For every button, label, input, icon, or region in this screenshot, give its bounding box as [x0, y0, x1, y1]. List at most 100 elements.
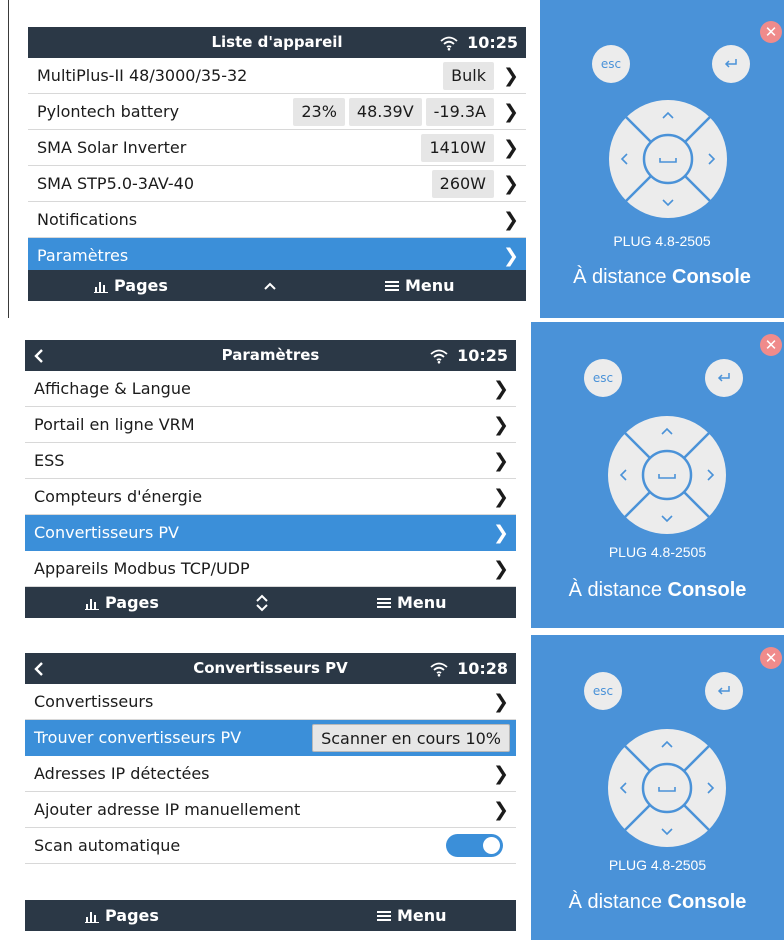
bottom-bar: Pages Menu — [28, 270, 526, 301]
chevron-right-icon: ❯ — [493, 413, 509, 436]
list-item-label: Convertisseurs PV — [34, 523, 179, 542]
menu-button[interactable]: Menu — [377, 900, 447, 931]
list-item-label: MultiPlus-II 48/3000/35-32 — [37, 66, 248, 85]
list-item-label: Paramètres — [37, 246, 129, 265]
list-item-label: Convertisseurs — [34, 692, 154, 711]
list-item-add-ip[interactable]: Ajouter adresse IP manuellement ❯ — [25, 792, 516, 828]
dpad-control[interactable] — [607, 728, 727, 848]
chevron-right-icon: ❯ — [503, 172, 519, 195]
pv-inverters-screen: Convertisseurs PV 10:28 Convertisseurs ❯ … — [25, 653, 516, 931]
remote-console-panel: ✕ esc PLUG 4.8-2505 À distance Console — [531, 635, 784, 940]
list-item-modbus-devices[interactable]: Appareils Modbus TCP/UDP ❯ — [25, 551, 516, 587]
title-bar: Convertisseurs PV 10:28 — [25, 653, 516, 684]
state-value: Bulk — [443, 61, 494, 90]
esc-button[interactable]: esc — [592, 45, 630, 83]
settings-screen: Paramètres 10:25 Affichage & Langue ❯ Por… — [25, 340, 516, 618]
list-item-label: Pylontech battery — [37, 102, 180, 121]
dpad-control[interactable] — [607, 415, 727, 535]
chevron-right-icon: ❯ — [493, 521, 509, 544]
chevron-updown-icon[interactable] — [256, 587, 268, 618]
list-item-label: SMA STP5.0-3AV-40 — [37, 174, 195, 193]
list-item-label: Trouver convertisseurs PV — [34, 728, 242, 747]
pages-label: Pages — [105, 593, 159, 612]
close-icon[interactable]: ✕ — [760, 647, 782, 669]
brand-name: Console — [667, 891, 747, 913]
list-item-multiplus[interactable]: MultiPlus-II 48/3000/35-32 Bulk ❯ — [28, 58, 526, 94]
list-item-detected-ips[interactable]: Adresses IP détectées ❯ — [25, 756, 516, 792]
list-item-label: Compteurs d'énergie — [34, 487, 203, 506]
clock-time: 10:25 — [457, 346, 508, 365]
esc-button[interactable]: esc — [584, 359, 622, 397]
enter-icon — [717, 686, 730, 695]
chevron-right-icon: ❯ — [493, 690, 509, 713]
list-item-auto-scan: Scan automatique — [25, 828, 516, 864]
chevron-right-icon: ❯ — [503, 136, 519, 159]
chevron-right-icon: ❯ — [503, 100, 519, 123]
brand-prefix: À distance — [573, 266, 667, 288]
remote-console-panel: ✕ esc PLUG 4.8-2505 À distance Console — [540, 0, 784, 318]
menu-button[interactable]: Menu — [377, 587, 447, 618]
esc-button[interactable]: esc — [584, 672, 622, 710]
menu-button[interactable]: Menu — [385, 270, 455, 301]
menu-label: Menu — [397, 593, 447, 612]
enter-button[interactable] — [705, 672, 743, 710]
close-icon[interactable]: ✕ — [760, 21, 782, 43]
device-model: PLUG 4.8-2505 — [613, 233, 711, 249]
list-item-ess[interactable]: ESS ❯ — [25, 443, 516, 479]
title-bar: Paramètres 10:25 — [25, 340, 516, 371]
remote-console-brand: À distance Console — [531, 579, 784, 602]
bottom-bar: Pages Menu — [25, 900, 516, 931]
hamburger-icon — [377, 910, 391, 921]
list-item-vrm-portal[interactable]: Portail en ligne VRM ❯ — [25, 407, 516, 443]
list-item-sma-inverter[interactable]: SMA Solar Inverter 1410W ❯ — [28, 130, 526, 166]
bar-chart-icon — [85, 598, 99, 610]
list-item-sma-stp[interactable]: SMA STP5.0-3AV-40 260W ❯ — [28, 166, 526, 202]
device-list-screen: Liste d'appareil 10:25 MultiPlus-II 48/3… — [8, 0, 528, 318]
list-item-inverters[interactable]: Convertisseurs ❯ — [25, 684, 516, 720]
chevron-up-icon[interactable] — [264, 270, 276, 301]
list-item-parametres[interactable]: Paramètres ❯ — [28, 238, 526, 274]
scan-status-value: Scanner en cours 10% — [312, 723, 510, 752]
pages-button[interactable]: Pages — [94, 270, 168, 301]
list-item-pv-inverters[interactable]: Convertisseurs PV ❯ — [25, 515, 516, 551]
bottom-bar: Pages Menu — [25, 587, 516, 618]
list-item-label: Scan automatique — [34, 836, 181, 855]
remote-console-brand: À distance Console — [540, 266, 784, 289]
bar-chart-icon — [94, 281, 108, 293]
list-item-energy-meters[interactable]: Compteurs d'énergie ❯ — [25, 479, 516, 515]
chevron-right-icon: ❯ — [503, 64, 519, 87]
pages-button[interactable]: Pages — [85, 587, 159, 618]
bar-chart-icon — [85, 911, 99, 923]
list-item-label: Portail en ligne VRM — [34, 415, 195, 434]
toggle-knob — [483, 837, 500, 854]
chevron-right-icon: ❯ — [493, 557, 509, 580]
list-item-label: ESS — [34, 451, 65, 470]
clock-time: 10:28 — [457, 659, 508, 678]
menu-label: Menu — [405, 276, 455, 295]
enter-button[interactable] — [705, 359, 743, 397]
device-model: PLUG 4.8-2505 — [608, 857, 707, 873]
pages-button[interactable]: Pages — [85, 900, 159, 931]
list-item-battery[interactable]: Pylontech battery 23% 48.39V -19.3A ❯ — [28, 94, 526, 130]
chevron-right-icon: ❯ — [493, 762, 509, 785]
remote-console-panel: ✕ esc PLUG 4.8-2505 À distance Console — [531, 322, 784, 628]
list-item-find-inverters[interactable]: Trouver convertisseurs PV Scanner en cou… — [25, 720, 516, 756]
auto-scan-toggle[interactable] — [446, 834, 503, 857]
menu-label: Menu — [397, 906, 447, 925]
soc-value: 23% — [293, 97, 345, 126]
list-item-label: Affichage & Langue — [34, 379, 191, 398]
close-icon[interactable]: ✕ — [760, 334, 782, 356]
brand-prefix: À distance — [568, 579, 662, 601]
enter-button[interactable] — [712, 45, 750, 83]
list-item-display-language[interactable]: Affichage & Langue ❯ — [25, 371, 516, 407]
pages-label: Pages — [114, 276, 168, 295]
chevron-right-icon: ❯ — [493, 485, 509, 508]
voltage-value: 48.39V — [348, 97, 422, 126]
pages-label: Pages — [105, 906, 159, 925]
list-item-label: Adresses IP détectées — [34, 764, 210, 783]
list-item-notifications[interactable]: Notifications ❯ — [28, 202, 526, 238]
dpad-control[interactable] — [608, 99, 728, 219]
hamburger-icon — [385, 280, 399, 291]
title-bar: Liste d'appareil 10:25 — [28, 27, 526, 58]
status-clock: 10:25 — [429, 340, 508, 371]
